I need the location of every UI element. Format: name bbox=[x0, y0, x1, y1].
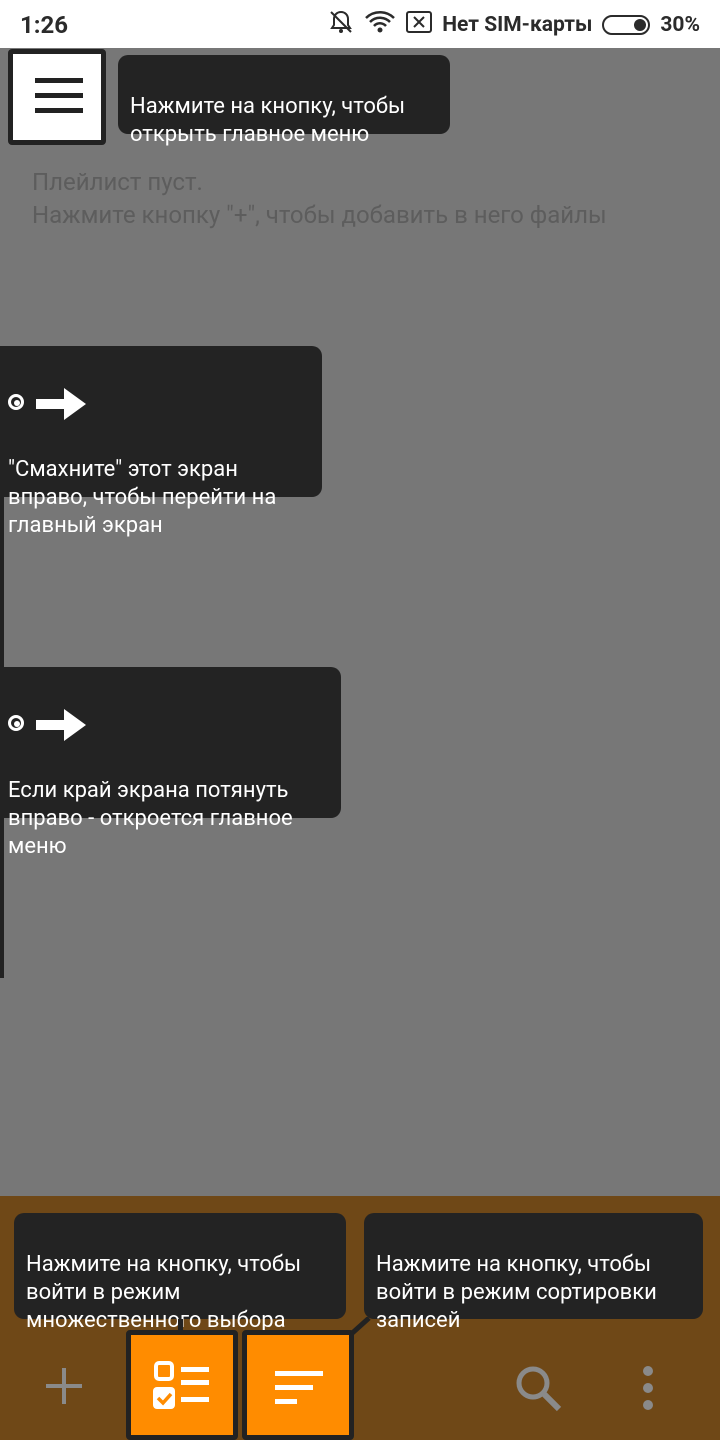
carrier-label: Нет SIM-карты bbox=[442, 13, 593, 37]
empty-playlist-message: Плейлист пуст. Нажмите кнопку "+", чтобы… bbox=[32, 168, 607, 229]
playlist-area: Плейлист пуст. Нажмите кнопку "+", чтобы… bbox=[0, 48, 720, 1196]
bell-muted-icon bbox=[328, 9, 354, 41]
tooltip-edge-text: Если край экрана потянуть вправо - откро… bbox=[8, 778, 293, 859]
tooltip-swipe-text: "Смахните" этот экран вправо, чтобы пере… bbox=[8, 457, 277, 538]
battery-percent: 30% bbox=[660, 13, 700, 37]
more-options-button[interactable] bbox=[636, 1364, 660, 1412]
status-bar: 1:26 Нет SIM-карты 30% bbox=[0, 0, 720, 48]
edge-gesture-icon bbox=[8, 707, 333, 743]
tooltip-sort: Нажмите на кнопку, чтобы войти в режим с… bbox=[364, 1213, 703, 1333]
tooltip-multiselect: Нажмите на кнопку, чтобы войти в режим м… bbox=[14, 1213, 346, 1333]
tooltip-swipe: "Смахните" этот экран вправо, чтобы пере… bbox=[0, 346, 322, 538]
swipe-indicator-line bbox=[0, 497, 4, 667]
edge-indicator-line bbox=[0, 818, 4, 978]
sort-button[interactable] bbox=[242, 1330, 354, 1440]
tooltip-multiselect-text: Нажмите на кнопку, чтобы войти в режим м… bbox=[26, 1252, 302, 1333]
add-button[interactable] bbox=[40, 1362, 88, 1410]
tooltip-edge: Если край экрана потянуть вправо - откро… bbox=[0, 667, 341, 859]
status-time: 1:26 bbox=[20, 11, 69, 39]
tooltip-main-menu: Нажмите на кнопку, чтобы открыть главное… bbox=[118, 55, 450, 147]
checklist-icon bbox=[153, 1361, 209, 1409]
no-sim-icon bbox=[406, 11, 433, 39]
battery-icon bbox=[602, 15, 651, 35]
more-vert-icon bbox=[643, 1366, 653, 1410]
status-icons: Нет SIM-карты 30% bbox=[328, 10, 700, 40]
sort-icon bbox=[275, 1371, 323, 1404]
tooltip-main-menu-text: Нажмите на кнопку, чтобы открыть главное… bbox=[130, 94, 406, 147]
plus-icon bbox=[46, 1368, 82, 1404]
swipe-gesture-icon bbox=[8, 386, 314, 422]
search-button[interactable] bbox=[512, 1362, 564, 1414]
multiselect-button[interactable] bbox=[126, 1330, 238, 1440]
search-icon bbox=[516, 1366, 562, 1412]
main-menu-button[interactable] bbox=[8, 49, 106, 145]
wifi-icon bbox=[364, 9, 396, 41]
